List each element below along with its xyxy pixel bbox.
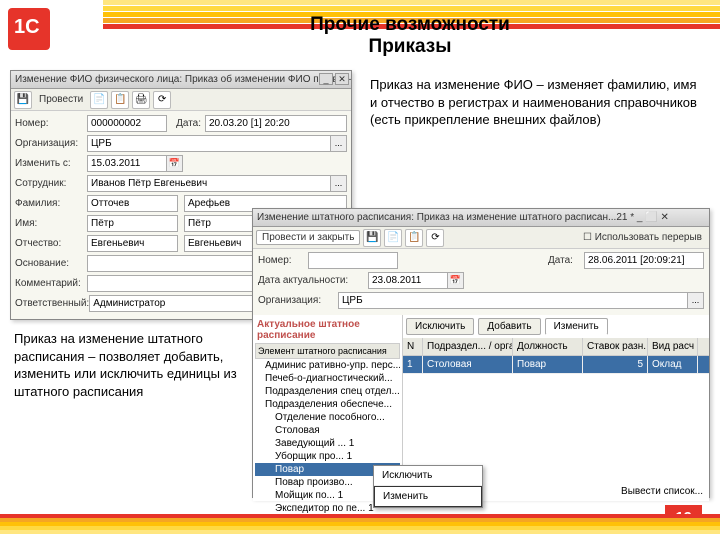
tree-item[interactable]: Заведующий ... 1 [255,437,400,450]
tree-item[interactable]: Отделение пособного... [255,411,400,424]
tool-icon[interactable]: 🖨 [132,91,150,109]
label: Фамилия: [15,198,87,209]
conduct-close-button[interactable]: Провести и закрыть [256,230,360,245]
lastname-old[interactable]: Отточев [87,195,178,212]
grid-header: N Подраздел... / организация Должность С… [403,338,709,356]
tool-icon[interactable]: ⟳ [153,91,171,109]
actual-date-input[interactable]: 23.08.2011 [368,272,448,289]
tool-icon[interactable]: 📋 [111,91,129,109]
number-input[interactable] [308,252,398,269]
tool-icon[interactable]: 💾 [363,229,381,247]
org-input[interactable]: ЦРБ [338,292,688,309]
employee-input[interactable]: Иванов Пётр Евгеньевич [87,175,331,192]
date-input[interactable]: 20.03.20 [1] 20:20 [205,115,347,132]
output-list-link[interactable]: Вывести список... [621,486,703,497]
tool-icon[interactable]: 📄 [90,91,108,109]
grid-row-selected[interactable]: 1 Столовая Повар 5 Оклад [403,356,709,374]
label: Сотрудник: [15,178,87,189]
tree-item[interactable]: Столовая [255,424,400,437]
window-title: Изменение ФИО физического лица: Приказ о… [11,71,351,89]
label: Организация: [15,138,87,149]
footer-stripes [0,514,720,540]
label: Номер: [15,118,87,129]
label: Изменить с: [15,158,87,169]
date-input[interactable]: 15.03.2011 [87,155,167,172]
label: Отчество: [15,238,87,249]
save-icon[interactable]: 💾 [14,91,32,109]
tree-title: Актуальное штатное расписание [255,317,400,343]
window-controls[interactable]: _✕ [319,73,349,85]
lookup-button[interactable]: ... [330,135,347,152]
date-input[interactable]: 28.06.2011 [20:09:21] [584,252,704,269]
window-staffing: Изменение штатного расписания: Приказ на… [252,208,710,498]
label: Организация: [258,295,338,306]
tree-item[interactable]: Уборщик про... 1 [255,450,400,463]
label: Дата: [548,255,584,266]
context-menu: Исключить Изменить [373,465,483,508]
tree-item[interactable]: Подразделения обеспече... [255,398,400,411]
tab-exclude[interactable]: Исключить [406,318,474,335]
calendar-button[interactable]: 📅 [447,272,464,289]
slide-title: Прочие возможностиПриказы [200,14,620,58]
tree-item[interactable]: Печеб-о-диагностический... [255,372,400,385]
tool-icon[interactable]: 📋 [405,229,423,247]
ctx-change[interactable]: Изменить [374,486,482,507]
number-input[interactable]: 000000002 [87,115,167,132]
label: Основание: [15,258,87,269]
toolbar: 💾 Провести 📄 📋 🖨 ⟳ [11,89,351,111]
org-input[interactable]: ЦРБ [87,135,331,152]
conduct-button[interactable]: Провести [35,94,87,105]
split-body: Актуальное штатное расписание Элемент шт… [253,315,709,501]
slide-header: ФИРМА "1С" Прочие возможностиПриказы [0,0,720,62]
label: Дата актуальности: [258,275,368,286]
label: Комментарий: [15,278,87,289]
action-tabs: Исключить Добавить Изменить [403,315,709,338]
ctx-exclude[interactable]: Исключить [374,466,482,486]
description-left: Приказ на изменение штатного расписания … [14,330,244,400]
label: Имя: [15,218,87,229]
recall-checkbox[interactable]: ☐ Использовать перерыв [579,232,706,243]
midname-old[interactable]: Евгеньевич [87,235,178,252]
toolbar: Провести и закрыть 💾 📄 📋 ⟳ ☐ Использоват… [253,227,709,249]
grid: N Подраздел... / организация Должность С… [403,338,709,374]
logo-1c: ФИРМА "1С" [8,8,100,56]
tab-add[interactable]: Добавить [478,318,540,335]
window-title: Изменение штатного расписания: Приказ на… [253,209,709,227]
tool-icon[interactable]: ⟳ [426,229,444,247]
lookup-button[interactable]: ... [330,175,347,192]
form-body: Номер: Дата: 28.06.2011 [20:09:21] Дата … [253,249,709,315]
calendar-button[interactable]: 📅 [166,155,183,172]
label: Номер: [258,255,308,266]
description-right: Приказ на изменение ФИО – изменяет фамил… [370,76,700,129]
right-pane: Исключить Добавить Изменить N Подраздел.… [403,315,709,501]
label: Дата: [167,118,205,129]
tool-icon[interactable]: 📄 [384,229,402,247]
tree-subtitle: Элемент штатного расписания [255,343,400,359]
tree-item[interactable]: Подразделения спец отдел... [255,385,400,398]
logo-icon [8,8,50,50]
firstname-old[interactable]: Пётр [87,215,178,232]
lookup-button[interactable]: ... [687,292,704,309]
label: Ответственный: [15,298,89,309]
tab-change[interactable]: Изменить [545,318,608,335]
tree-item[interactable]: Админис ративно-упр. перс... [255,359,400,372]
